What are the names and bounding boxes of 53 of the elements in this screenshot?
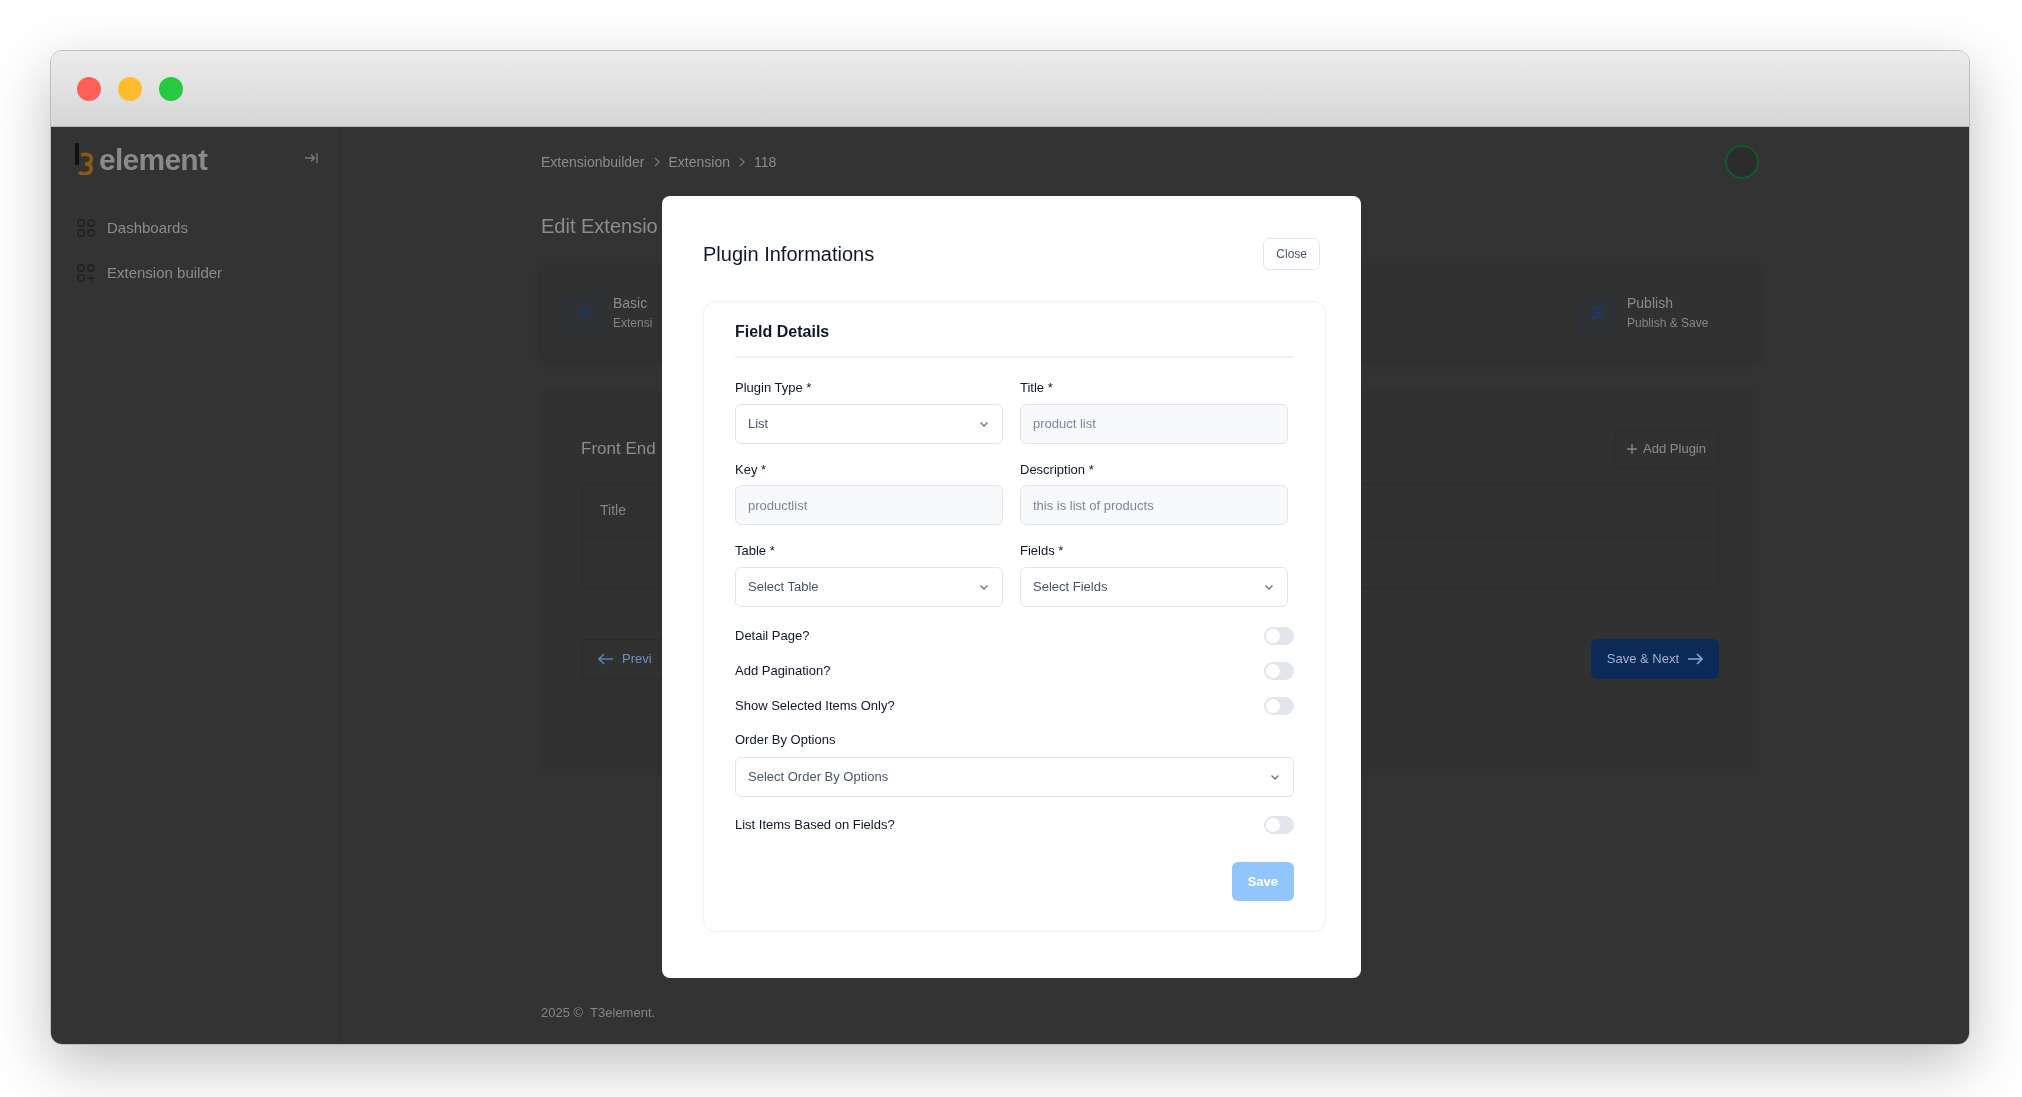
toggle-label: List Items Based on Fields? xyxy=(735,816,895,835)
collapse-sidebar-icon[interactable] xyxy=(304,152,318,164)
close-window-button[interactable] xyxy=(77,76,101,101)
arrow-right-icon xyxy=(1687,653,1703,665)
chevron-right-icon xyxy=(652,157,661,167)
step-title: Basic xyxy=(613,294,649,313)
input-field[interactable]: productlist xyxy=(735,485,1003,525)
input-field[interactable]: product list xyxy=(1020,403,1288,444)
step-subtitle: Publish & Save xyxy=(1627,315,1710,332)
input-field[interactable]: this is list of products xyxy=(1020,485,1288,525)
select-field[interactable]: List xyxy=(735,403,1003,444)
sidebar-item[interactable]: Extension builder xyxy=(73,261,318,284)
field-label: Key * xyxy=(735,460,768,479)
minimize-window-button[interactable] xyxy=(118,76,142,101)
sliders-icon xyxy=(1588,303,1606,322)
select-field[interactable]: Select Order By Options xyxy=(735,757,1294,797)
section-title: Front End xyxy=(581,438,656,461)
save-and-next-button[interactable]: Save & Next xyxy=(1590,639,1719,679)
page-title: Edit Extensio xyxy=(541,214,659,239)
footer-text: 2025 © T3element. xyxy=(541,1005,656,1020)
step-subtitle: Extensi xyxy=(613,315,654,332)
dialog-title: Plugin Informations xyxy=(703,242,875,267)
field-label: Plugin Type * xyxy=(735,379,813,397)
field-label: Table * xyxy=(735,542,776,560)
toggle-switch[interactable] xyxy=(1264,696,1294,715)
chevron-right-icon xyxy=(738,157,746,167)
field-label: Title * xyxy=(1020,379,1054,397)
sidebar-item[interactable]: Dashboards xyxy=(73,217,318,240)
toggle-label: Show Selected Items Only? xyxy=(735,696,895,715)
breadcrumb-link[interactable]: 118 xyxy=(754,151,777,173)
toggle-switch[interactable] xyxy=(1264,816,1294,834)
breadcrumb-link[interactable]: Extension xyxy=(668,151,730,173)
step-title: Publish xyxy=(1627,294,1674,313)
add-plugin-button[interactable]: Add Plugin xyxy=(1614,430,1719,468)
column-header: Title xyxy=(600,501,626,520)
toggle-switch[interactable] xyxy=(1264,626,1294,645)
card-title: Field Details xyxy=(735,320,1294,358)
select-field[interactable]: Select Table xyxy=(735,566,1003,607)
breadcrumb-link[interactable]: Extensionbuilder xyxy=(541,151,645,173)
plus-icon xyxy=(1627,444,1638,454)
logo-mark-icon xyxy=(73,141,95,175)
arrow-left-icon xyxy=(598,653,614,665)
field-label: Fields * xyxy=(1020,542,1065,560)
select-field[interactable]: Select Fields xyxy=(1020,566,1288,607)
close-button[interactable]: Close xyxy=(1263,238,1320,270)
zoom-window-button[interactable] xyxy=(159,76,183,101)
avatar[interactable] xyxy=(1725,145,1759,179)
logo-text: element xyxy=(99,145,208,175)
field-label: Order By Options xyxy=(735,730,837,749)
toggle-label: Detail Page? xyxy=(735,626,810,645)
toggle-switch[interactable] xyxy=(1264,661,1294,680)
toggle-label: Add Pagination? xyxy=(735,661,831,680)
field-label: Description * xyxy=(1020,460,1095,479)
